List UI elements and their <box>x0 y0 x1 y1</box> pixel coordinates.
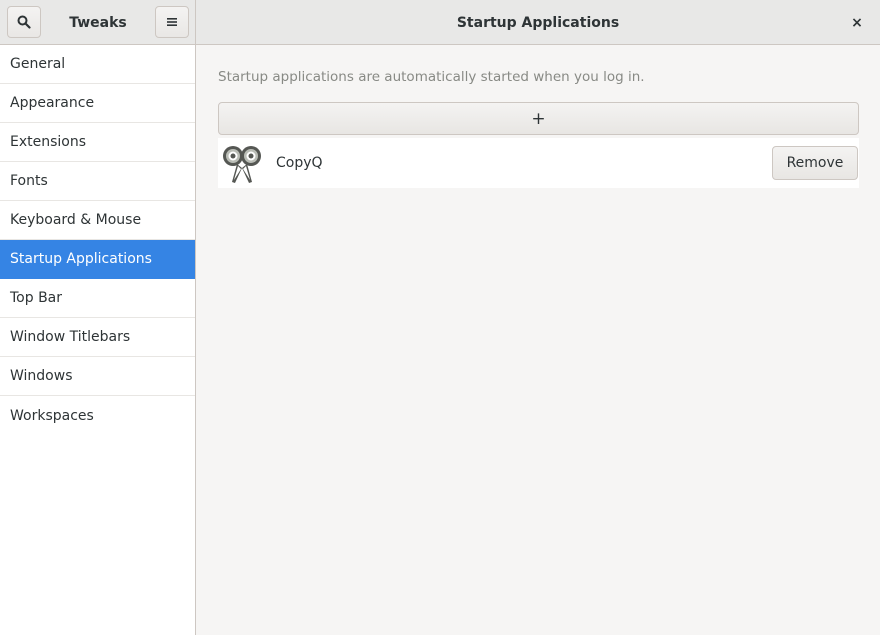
sidebar-item-window-titlebars[interactable]: Window Titlebars <box>0 318 195 357</box>
sidebar-item-extensions[interactable]: Extensions <box>0 123 195 162</box>
sidebar-item-fonts[interactable]: Fonts <box>0 162 195 201</box>
sidebar-item-appearance[interactable]: Appearance <box>0 84 195 123</box>
sidebar-item-keyboard-mouse[interactable]: Keyboard & Mouse <box>0 201 195 240</box>
main-panel: Startup applications are automatically s… <box>197 45 880 635</box>
copyq-scissors-icon <box>223 146 261 183</box>
close-button[interactable]: × <box>846 12 868 34</box>
sidebar-item-general[interactable]: General <box>0 45 195 84</box>
sidebar-item-top-bar[interactable]: Top Bar <box>0 279 195 318</box>
page-title: Startup Applications <box>456 14 620 31</box>
menu-button[interactable] <box>155 6 189 38</box>
sidebar-item-startup-applications[interactable]: Startup Applications <box>0 240 195 279</box>
sidebar-item-label: General <box>10 56 66 72</box>
hamburger-menu-icon <box>167 18 177 26</box>
sidebar-item-label: Window Titlebars <box>10 329 131 345</box>
sidebar-item-windows[interactable]: Windows <box>0 357 195 396</box>
startup-app-row: CopyQ Remove <box>218 138 859 188</box>
sidebar-item-label: Extensions <box>10 134 87 150</box>
tweaks-window: Tweaks Startup Applications × General Ap… <box>0 0 880 635</box>
sidebar-item-label: Keyboard & Mouse <box>10 212 142 228</box>
sidebar: General Appearance Extensions Fonts Keyb… <box>0 45 196 635</box>
sidebar-headerbar: Tweaks <box>0 0 196 45</box>
startup-description: Startup applications are automatically s… <box>218 69 645 85</box>
main-headerbar: Startup Applications × <box>196 0 880 45</box>
app-name: CopyQ <box>276 155 323 171</box>
app-title: Tweaks <box>69 14 127 31</box>
sidebar-item-label: Windows <box>10 368 73 384</box>
search-button[interactable] <box>7 6 41 38</box>
sidebar-item-label: Workspaces <box>10 407 94 424</box>
plus-icon: + <box>531 108 546 129</box>
sidebar-item-label: Appearance <box>10 95 95 111</box>
sidebar-item-label: Top Bar <box>10 290 63 306</box>
sidebar-item-label: Fonts <box>10 173 48 189</box>
sidebar-item-label: Startup Applications <box>10 251 152 267</box>
close-icon: × <box>851 15 863 31</box>
sidebar-item-workspaces[interactable]: Workspaces <box>0 396 195 435</box>
add-startup-app-button[interactable]: + <box>218 102 859 135</box>
search-icon <box>17 15 31 29</box>
remove-button[interactable]: Remove <box>772 146 858 180</box>
